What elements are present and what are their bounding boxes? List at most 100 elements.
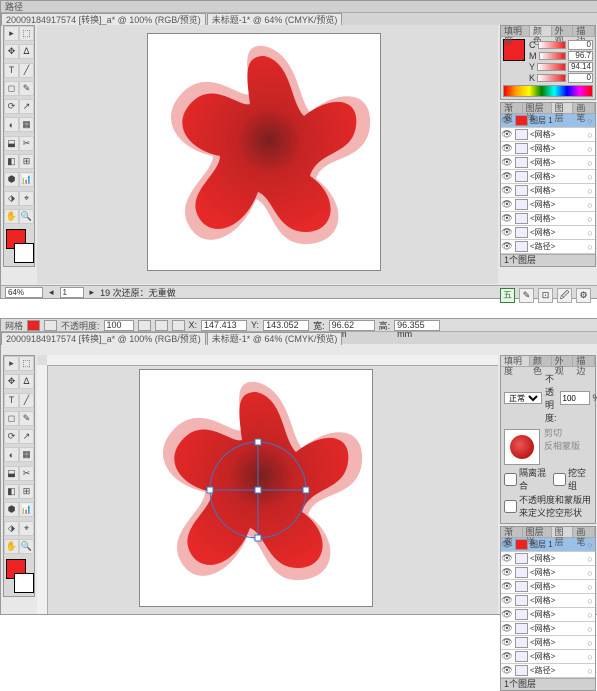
layer-row[interactable]: 👁<网格>○ — [501, 184, 595, 198]
panel-tab-color[interactable]: 颜色 — [530, 356, 552, 366]
page-field[interactable]: 1 — [60, 287, 84, 298]
tool-hand[interactable]: ✋ — [4, 539, 19, 554]
layer-row[interactable]: 👁<网格>○ — [501, 142, 595, 156]
value-y[interactable]: 94.14 — [568, 62, 593, 72]
h-field[interactable]: 96.355 mm — [394, 320, 440, 331]
tool-type[interactable]: T — [4, 63, 19, 78]
tray-pencil-icon[interactable]: ✎ — [519, 288, 534, 303]
tool-warp[interactable]: ◐ — [4, 447, 19, 462]
tool-slice[interactable]: ⬗ — [4, 521, 19, 536]
tool-selection[interactable]: ▸ — [4, 356, 19, 371]
align-btn[interactable] — [172, 320, 185, 331]
tool-slice[interactable]: ⬗ — [4, 191, 19, 206]
panel-tab-color[interactable]: 颜色 — [530, 26, 552, 36]
tool-graph[interactable]: 📊 — [19, 502, 34, 517]
tool-graph[interactable]: 📊 — [19, 172, 34, 187]
menu-item-path[interactable]: 路径 — [5, 0, 23, 13]
tool-mesh[interactable]: ◧ — [4, 484, 19, 499]
w-field[interactable]: 96.62 mm — [329, 320, 375, 331]
stroke-btn[interactable] — [44, 320, 57, 331]
tray-gear-icon[interactable]: ⚙ — [576, 288, 591, 303]
tool-selection[interactable]: ▸ — [4, 26, 19, 41]
layer-row[interactable]: 👁<网格>○ — [501, 608, 595, 622]
mask-thumbnail[interactable] — [504, 429, 540, 465]
tool-scale[interactable]: ↗ — [19, 429, 34, 444]
tool-blend[interactable]: ⬢ — [4, 172, 19, 187]
tool-rect[interactable]: ◻ — [4, 411, 19, 426]
tool-warp[interactable]: ◐ — [4, 117, 19, 132]
panel-tab-layerstyle[interactable]: 图层样 — [523, 527, 552, 537]
layer-row[interactable]: 👁<网格>○ — [501, 198, 595, 212]
tool-symbol[interactable]: ⬓ — [4, 466, 19, 481]
panel-tab-appearance[interactable]: 外观 — [552, 356, 574, 366]
panel-tab-layerstyle[interactable]: 图层样 — [523, 103, 552, 113]
tool-lasso[interactable]: ᐃ — [19, 374, 34, 389]
tool-symbol[interactable]: ⬓ — [4, 136, 19, 151]
panel-tab-appearance[interactable]: 外观 — [552, 26, 574, 36]
doc-tab-2[interactable]: 未标题-1* @ 64% (CMYK/预览) — [207, 13, 343, 26]
fill-btn[interactable] — [27, 320, 40, 331]
panel-tab-stroke[interactable]: 描边 — [573, 26, 595, 36]
tool-scissors[interactable]: ✂ — [19, 466, 34, 481]
doc-tab-1[interactable]: 20009184917574 [转换]_a* @ 100% (RGB/预览) — [1, 332, 206, 345]
doc-tab-2[interactable]: 未标题-1* @ 64% (CMYK/预览) — [207, 332, 343, 345]
style-btn[interactable] — [138, 320, 151, 331]
tool-line[interactable]: ╱ — [19, 393, 34, 408]
tool-rotate[interactable]: ⟳ — [4, 429, 19, 444]
tool-direct-select[interactable]: ⬚ — [19, 356, 34, 371]
tool-scissors[interactable]: ✂ — [19, 136, 34, 151]
tool-eyedrop[interactable]: ⌖ — [19, 521, 34, 536]
panel-tab-opacity[interactable]: 填明度 — [501, 26, 530, 36]
layer-row-top[interactable]: 👁图层 1○ — [501, 538, 595, 552]
layer-row[interactable]: 👁<网格>○ — [501, 580, 595, 594]
panel-tab-gradient[interactable]: 渐变 — [501, 527, 523, 537]
recolor-btn[interactable] — [155, 320, 168, 331]
value-m[interactable]: 96.7 — [568, 51, 593, 61]
tool-scale[interactable]: ↗ — [19, 99, 34, 114]
tool-hand[interactable]: ✋ — [4, 209, 19, 224]
tool-gradient[interactable]: ⊞ — [19, 154, 34, 169]
slider-k[interactable] — [537, 74, 566, 82]
panel-tab-brush[interactable]: 画笔 — [573, 527, 595, 537]
cb-define-knockout[interactable] — [504, 500, 517, 513]
tool-rect[interactable]: ◻ — [4, 81, 19, 96]
tool-free-transform[interactable]: ▦ — [19, 117, 34, 132]
tool-gradient[interactable]: ⊞ — [19, 484, 34, 499]
slider-c[interactable] — [538, 41, 567, 49]
tool-wand[interactable]: ✥ — [4, 374, 19, 389]
tool-eyedrop[interactable]: ⌖ — [19, 191, 34, 206]
layer-row[interactable]: 👁<网格>○ — [501, 552, 595, 566]
tool-type[interactable]: T — [4, 393, 19, 408]
doc-tab-1[interactable]: 20009184917574 [转换]_a* @ 100% (RGB/预览) — [1, 13, 206, 26]
layer-row[interactable]: 👁<网格>○ — [501, 636, 595, 650]
blend-mode-select[interactable]: 正常 — [504, 392, 542, 404]
panel-tab-layers[interactable]: 图层 — [552, 103, 574, 113]
layer-row[interactable]: 👁<网格>○ — [501, 212, 595, 226]
value-c[interactable]: 0 — [568, 40, 593, 50]
y-field[interactable]: 143.052 mm — [263, 320, 309, 331]
layer-row[interactable]: 👁<网格>○ — [501, 156, 595, 170]
slider-y[interactable] — [537, 63, 566, 71]
opacity-field[interactable]: 100 — [104, 320, 134, 331]
panel-tab-gradient[interactable]: 渐变 — [501, 103, 523, 113]
tool-zoom[interactable]: 🔍 — [19, 209, 34, 224]
tool-line[interactable]: ╱ — [19, 63, 34, 78]
slider-m[interactable] — [539, 52, 567, 60]
tray-pen-icon[interactable]: 🖉 — [557, 288, 572, 303]
tray-keyboard-icon[interactable]: ⊡ — [538, 288, 553, 303]
layer-row[interactable]: 👁<路径>○ — [501, 664, 595, 678]
tool-lasso[interactable]: ᐃ — [19, 44, 34, 59]
layer-row[interactable]: 👁<网格>○ — [501, 566, 595, 580]
layer-row[interactable]: 👁<路径>○ — [501, 240, 595, 254]
panel-tab-layers[interactable]: 图层 — [552, 527, 574, 537]
opacity-input[interactable] — [560, 391, 590, 405]
layer-row[interactable]: 👁<网格>○ — [501, 128, 595, 142]
tool-blend[interactable]: ⬢ — [4, 502, 19, 517]
layer-row[interactable]: 👁<网格>○ — [501, 622, 595, 636]
tool-zoom[interactable]: 🔍 — [19, 539, 34, 554]
stroke-swatch[interactable] — [14, 573, 34, 593]
x-field[interactable]: 147.413 mm — [201, 320, 247, 331]
stroke-swatch[interactable] — [14, 243, 34, 263]
spectrum-ramp[interactable] — [503, 85, 593, 97]
tool-mesh[interactable]: ◧ — [4, 154, 19, 169]
